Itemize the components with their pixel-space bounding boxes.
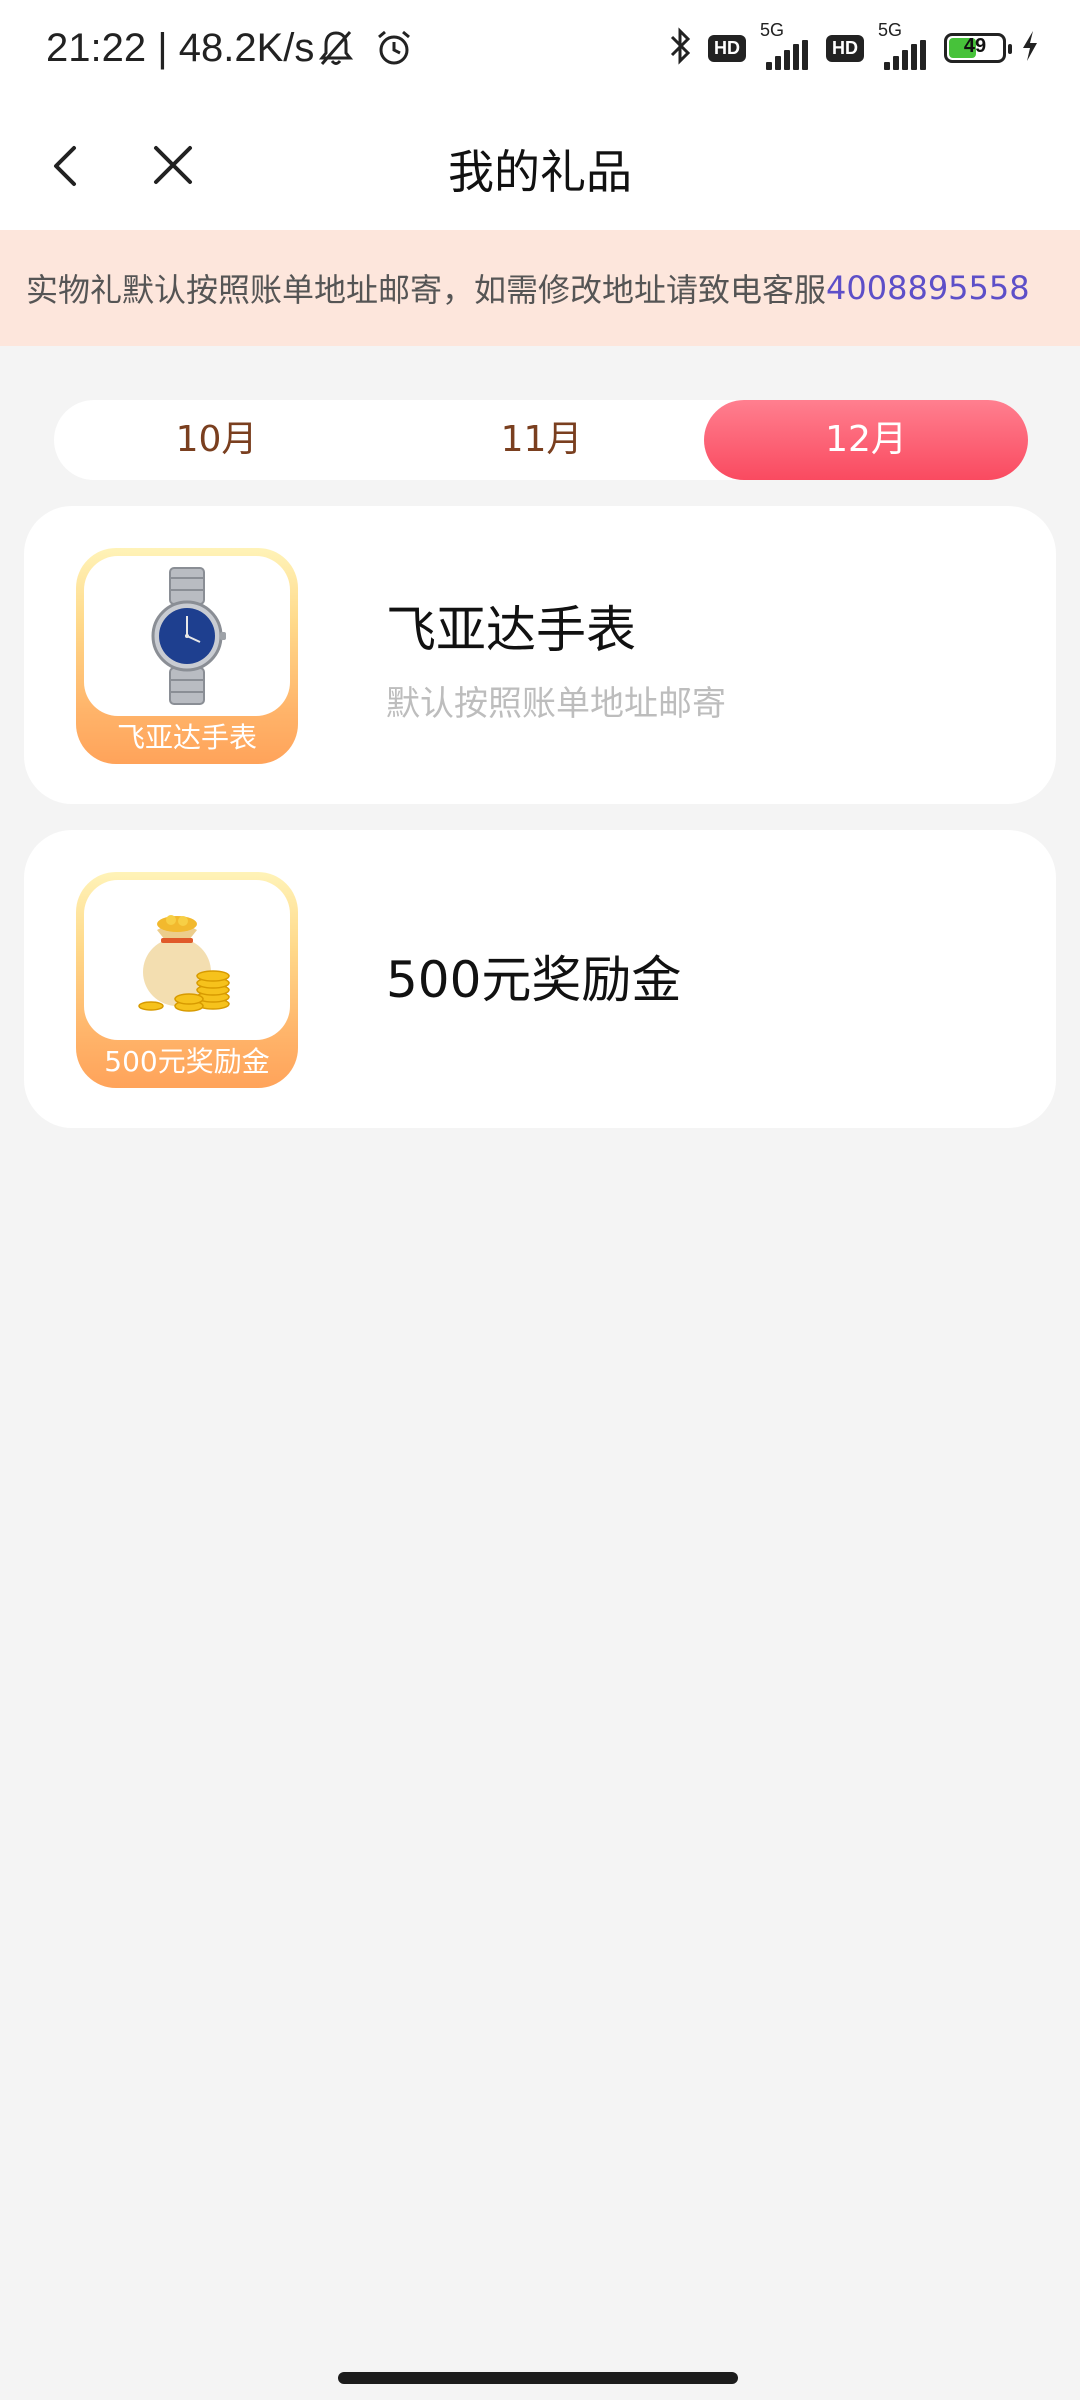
gift-thumbnail: 500元奖励金 — [76, 872, 298, 1088]
gift-description: 默认按照账单地址邮寄 — [386, 684, 726, 724]
status-right-icons: HD 5G HD 5G 49 — [668, 20, 1040, 70]
alarm-icon — [374, 28, 414, 72]
signal-5g-icon: 5G — [760, 20, 812, 70]
navigation-header: 我的礼品 — [0, 104, 1080, 230]
address-notice-banner: 实物礼默认按照账单地址邮寄，如需修改地址请致电客服 4008895558 — [0, 230, 1080, 346]
tab-december[interactable]: 12月 — [704, 400, 1028, 480]
mute-bell-icon — [316, 28, 356, 72]
gift-card[interactable]: 飞亚达手表 飞亚达手表 默认按照账单地址邮寄 — [24, 506, 1056, 804]
gift-thumbnail: 飞亚达手表 — [76, 548, 298, 764]
month-tabs: 10月 11月 12月 — [54, 400, 1028, 480]
bluetooth-icon — [668, 26, 694, 70]
gift-card[interactable]: 500元奖励金 500元奖励金 — [24, 830, 1056, 1128]
network-label: 5G — [760, 20, 785, 40]
customer-service-phone-link[interactable]: 4008895558 — [826, 269, 1030, 307]
gift-thumbnail-label: 飞亚达手表 — [116, 721, 257, 754]
gift-thumbnail-label: 500元奖励金 — [104, 1045, 270, 1078]
home-indicator[interactable] — [338, 2372, 738, 2384]
hd-icon: HD — [826, 34, 864, 62]
status-time: 21:22 | 48.2K/s — [46, 26, 315, 70]
tab-october[interactable]: 10月 — [54, 400, 379, 480]
money-bag-icon — [138, 915, 230, 1012]
battery-level: 49 — [963, 35, 987, 57]
tab-november[interactable]: 11月 — [379, 400, 704, 480]
gift-name: 飞亚达手表 — [386, 601, 636, 659]
notice-text: 实物礼默认按照账单地址邮寄，如需修改地址请致电客服 — [26, 271, 827, 309]
wristwatch-icon — [151, 567, 226, 705]
hd-icon: HD — [708, 34, 746, 62]
network-label: 5G — [878, 20, 903, 40]
gift-name: 500元奖励金 — [386, 951, 682, 1009]
status-left-icons — [316, 28, 414, 72]
status-bar: 21:22 | 48.2K/s HD 5G HD 5G 49 — [0, 0, 1080, 104]
page-title: 我的礼品 — [448, 145, 632, 199]
charging-icon — [1020, 29, 1040, 67]
signal-5g-icon: 5G — [878, 20, 930, 70]
battery-icon: 49 — [944, 33, 1012, 63]
